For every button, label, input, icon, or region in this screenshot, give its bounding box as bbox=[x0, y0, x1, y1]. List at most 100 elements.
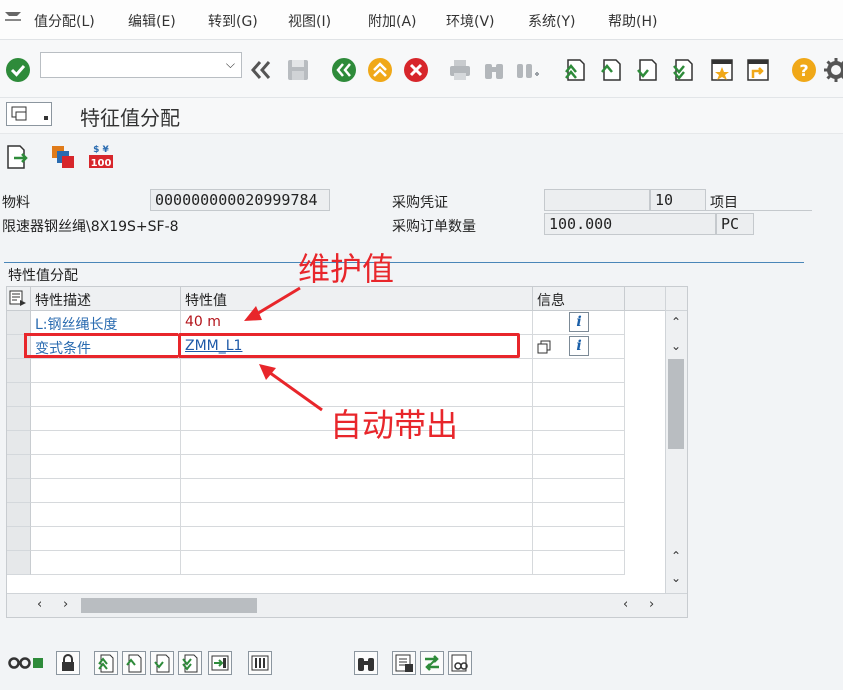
price-icon[interactable]: $ ¥ 100 bbox=[88, 142, 114, 170]
column-header-description[interactable]: 特性描述 bbox=[31, 287, 181, 311]
menu-item-system[interactable]: 系统(Y) bbox=[528, 11, 575, 31]
material-field[interactable]: 000000000020999784 bbox=[150, 189, 330, 211]
row-selector[interactable] bbox=[7, 359, 31, 383]
screen-menu-icon[interactable] bbox=[6, 102, 52, 126]
find-button[interactable] bbox=[354, 651, 378, 675]
last-page-icon[interactable] bbox=[668, 56, 696, 84]
scroll-up-icon[interactable]: ⌃ bbox=[671, 315, 681, 329]
save-icon[interactable] bbox=[284, 56, 312, 84]
settings-icon[interactable] bbox=[822, 56, 843, 84]
menu-icon[interactable] bbox=[4, 10, 22, 24]
restore-icon[interactable] bbox=[537, 340, 551, 354]
scroll-top-cap bbox=[666, 287, 687, 311]
menu-item-edit[interactable]: 编辑(E) bbox=[128, 11, 176, 31]
copy-objects-icon[interactable] bbox=[50, 144, 76, 170]
columns-button[interactable] bbox=[248, 651, 272, 675]
lock-button[interactable] bbox=[56, 651, 80, 675]
empty-cell[interactable] bbox=[181, 479, 533, 503]
scroll-thumb[interactable] bbox=[81, 598, 257, 613]
empty-cell bbox=[31, 527, 181, 551]
row-selector[interactable] bbox=[7, 455, 31, 479]
menu-item-view[interactable]: 视图(I) bbox=[288, 11, 331, 31]
info-icon[interactable]: i bbox=[569, 312, 589, 332]
insert-button[interactable] bbox=[208, 651, 232, 675]
empty-cell bbox=[533, 455, 625, 479]
back-double-icon[interactable] bbox=[248, 56, 276, 84]
empty-cell bbox=[31, 479, 181, 503]
details-button[interactable] bbox=[392, 651, 416, 675]
exit-document-icon[interactable] bbox=[6, 144, 30, 170]
scroll-thumb[interactable] bbox=[668, 359, 684, 449]
next-entry-button[interactable] bbox=[150, 651, 174, 675]
table-row-empty bbox=[7, 479, 665, 503]
vertical-scrollbar[interactable]: ⌃ ⌄ ⌃ ⌄ bbox=[665, 287, 687, 593]
item-label: 项目 bbox=[710, 195, 738, 211]
menu-item-goto[interactable]: 转到(G) bbox=[208, 11, 258, 31]
menu-item-value-assign[interactable]: 值分配(L) bbox=[34, 11, 95, 31]
item-field[interactable]: 10 bbox=[650, 189, 706, 211]
enter-check-icon[interactable] bbox=[4, 56, 32, 84]
row-selector[interactable] bbox=[7, 527, 31, 551]
print-icon[interactable] bbox=[446, 56, 474, 84]
row-selector[interactable] bbox=[7, 503, 31, 527]
scroll-left-icon[interactable]: ‹ bbox=[623, 597, 628, 612]
row-selector[interactable] bbox=[7, 431, 31, 455]
empty-cell[interactable] bbox=[181, 527, 533, 551]
prev-page-icon[interactable] bbox=[596, 56, 624, 84]
cancel-icon[interactable] bbox=[402, 56, 430, 84]
menu-item-help[interactable]: 帮助(H) bbox=[608, 11, 657, 31]
empty-cell[interactable] bbox=[181, 503, 533, 527]
empty-cell bbox=[31, 455, 181, 479]
menu-bar: 值分配(L) 编辑(E) 转到(G) 视图(I) 附加(A) 环境(V) 系统(… bbox=[0, 0, 843, 40]
last-entry-button[interactable] bbox=[178, 651, 202, 675]
favorite-icon[interactable] bbox=[708, 56, 736, 84]
column-header-info[interactable]: 信息 bbox=[533, 287, 625, 311]
trace-button[interactable] bbox=[448, 651, 472, 675]
help-icon[interactable]: ? bbox=[790, 56, 818, 84]
back-green-icon[interactable] bbox=[330, 56, 358, 84]
po-field[interactable] bbox=[544, 189, 650, 211]
shortcut-icon[interactable] bbox=[744, 56, 772, 84]
info-icon[interactable]: i bbox=[569, 336, 589, 356]
row-selector[interactable] bbox=[7, 311, 31, 335]
unit-field[interactable]: PC bbox=[716, 213, 754, 235]
chain-icon[interactable] bbox=[8, 656, 46, 670]
bottom-toolbar bbox=[0, 640, 843, 690]
highlight-box-left bbox=[24, 333, 178, 358]
swap-button[interactable] bbox=[420, 651, 444, 675]
scroll-down-icon[interactable]: ⌄ bbox=[671, 339, 681, 353]
empty-cell[interactable] bbox=[181, 455, 533, 479]
column-header-value[interactable]: 特性值 bbox=[181, 287, 533, 311]
row-selector[interactable] bbox=[7, 479, 31, 503]
empty-cell bbox=[533, 407, 625, 431]
horizontal-scrollbar[interactable]: ‹ › ‹ › bbox=[7, 593, 687, 617]
exit-up-icon[interactable] bbox=[366, 56, 394, 84]
po-quantity-field[interactable]: 100.000 bbox=[544, 213, 716, 235]
table-settings-icon[interactable] bbox=[7, 287, 31, 311]
table-row-empty bbox=[7, 551, 665, 575]
empty-cell bbox=[31, 359, 181, 383]
chevron-down-icon[interactable]: ⌵ bbox=[226, 57, 235, 72]
first-page-icon[interactable] bbox=[560, 56, 588, 84]
standard-toolbar: ⌵ ? bbox=[0, 40, 843, 98]
scroll-right-icon[interactable]: › bbox=[63, 597, 68, 612]
command-field[interactable]: ⌵ bbox=[40, 52, 242, 78]
row-selector[interactable] bbox=[7, 407, 31, 431]
scroll-right-icon[interactable]: › bbox=[649, 597, 654, 612]
next-page-icon[interactable] bbox=[632, 56, 660, 84]
menu-item-extras[interactable]: 附加(A) bbox=[368, 11, 417, 31]
previous-entry-button[interactable] bbox=[122, 651, 146, 675]
empty-cell[interactable] bbox=[181, 359, 533, 383]
find-icon[interactable] bbox=[480, 56, 508, 84]
characteristic-value-input[interactable]: 40 m bbox=[181, 311, 533, 335]
scroll-up-icon[interactable]: ⌃ bbox=[671, 549, 681, 563]
find-next-icon[interactable] bbox=[514, 56, 542, 84]
row-selector[interactable] bbox=[7, 551, 31, 575]
first-entry-button[interactable] bbox=[94, 651, 118, 675]
menu-item-environment[interactable]: 环境(V) bbox=[446, 11, 495, 31]
scroll-down-icon[interactable]: ⌄ bbox=[671, 571, 681, 585]
scroll-left-icon[interactable]: ‹ bbox=[37, 597, 42, 612]
row-selector[interactable] bbox=[7, 383, 31, 407]
empty-cell bbox=[533, 479, 625, 503]
empty-cell[interactable] bbox=[181, 551, 533, 575]
